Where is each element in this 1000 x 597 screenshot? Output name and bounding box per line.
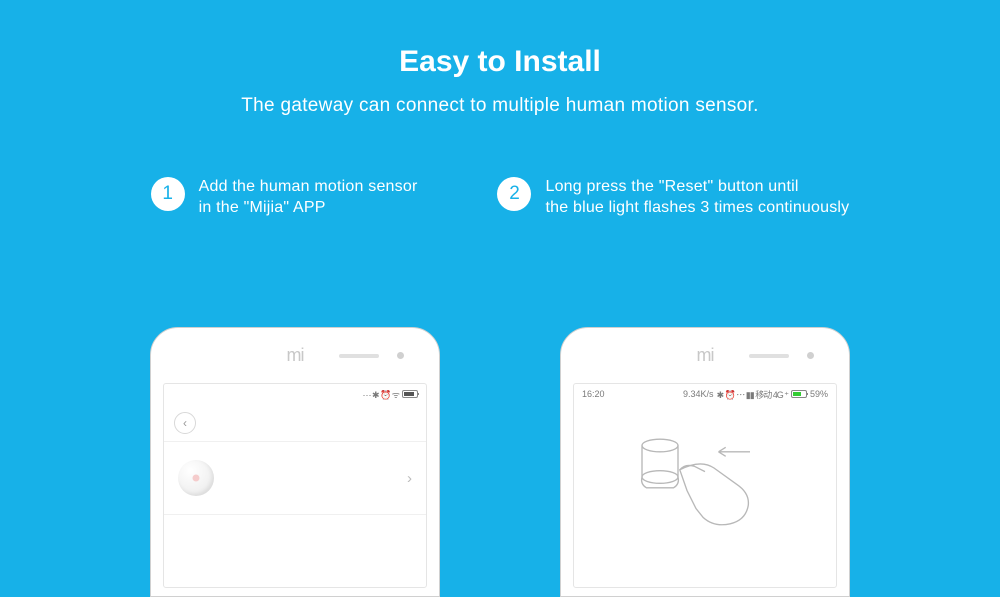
phone-mockup-2: mi 16:20 9.34K/s ✱ ⏰ ⋯ ▮▮ 移动 4G ⁺ 59% [560,327,850,597]
speaker-grill [749,354,789,358]
status-time: 16:20 [582,389,605,399]
battery-percent: 59% [810,389,828,399]
page-subtitle: The gateway can connect to multiple huma… [0,95,1000,117]
motion-sensor-icon [178,460,214,496]
front-camera [397,352,404,359]
phone-bezel-top: mi [151,328,439,383]
step-number-1: 1 [151,177,185,211]
chevron-right-icon: › [407,470,412,487]
step-number-2: 2 [497,177,531,211]
phone-screen-2: 16:20 9.34K/s ✱ ⏰ ⋯ ▮▮ 移动 4G ⁺ 59% [573,383,837,588]
phone-bezel-top: mi [561,328,849,383]
status-icons: ⋯ ✱ ⏰ ᯤ [363,388,399,401]
mi-logo: mi [287,345,304,366]
status-bar: ⋯ ✱ ⏰ ᯤ [164,384,426,404]
status-bar: 16:20 9.34K/s ✱ ⏰ ⋯ ▮▮ 移动 4G ⁺ 59% [574,384,836,404]
speaker-grill [339,354,379,358]
step-2: 2 Long press the "Reset" button until th… [497,177,849,219]
app-header: ‹ [164,404,426,442]
battery-icon [791,390,807,398]
mi-logo: mi [697,345,714,366]
steps-row: 1 Add the human motion sensor in the "Mi… [0,177,1000,219]
phones-row: mi ⋯ ✱ ⏰ ᯤ ‹ › [0,327,1000,597]
phone-screen-1: ⋯ ✱ ⏰ ᯤ ‹ › [163,383,427,588]
back-button[interactable]: ‹ [174,412,196,434]
status-speed: 9.34K/s [683,389,714,399]
device-list-item[interactable]: › [164,442,426,515]
step-1: 1 Add the human motion sensor in the "Mi… [151,177,418,219]
hand-press-illustration [615,412,795,542]
front-camera [807,352,814,359]
header: Easy to Install The gateway can connect … [0,0,1000,117]
battery-icon [402,390,418,398]
status-icons: ✱ ⏰ ⋯ ▮▮ 移动 4G ⁺ [717,388,788,401]
step-text-2: Long press the "Reset" button until the … [545,177,849,219]
phone-mockup-1: mi ⋯ ✱ ⏰ ᯤ ‹ › [150,327,440,597]
reset-diagram [574,404,836,549]
step-text-1: Add the human motion sensor in the "Miji… [199,177,418,219]
page-title: Easy to Install [0,45,1000,79]
